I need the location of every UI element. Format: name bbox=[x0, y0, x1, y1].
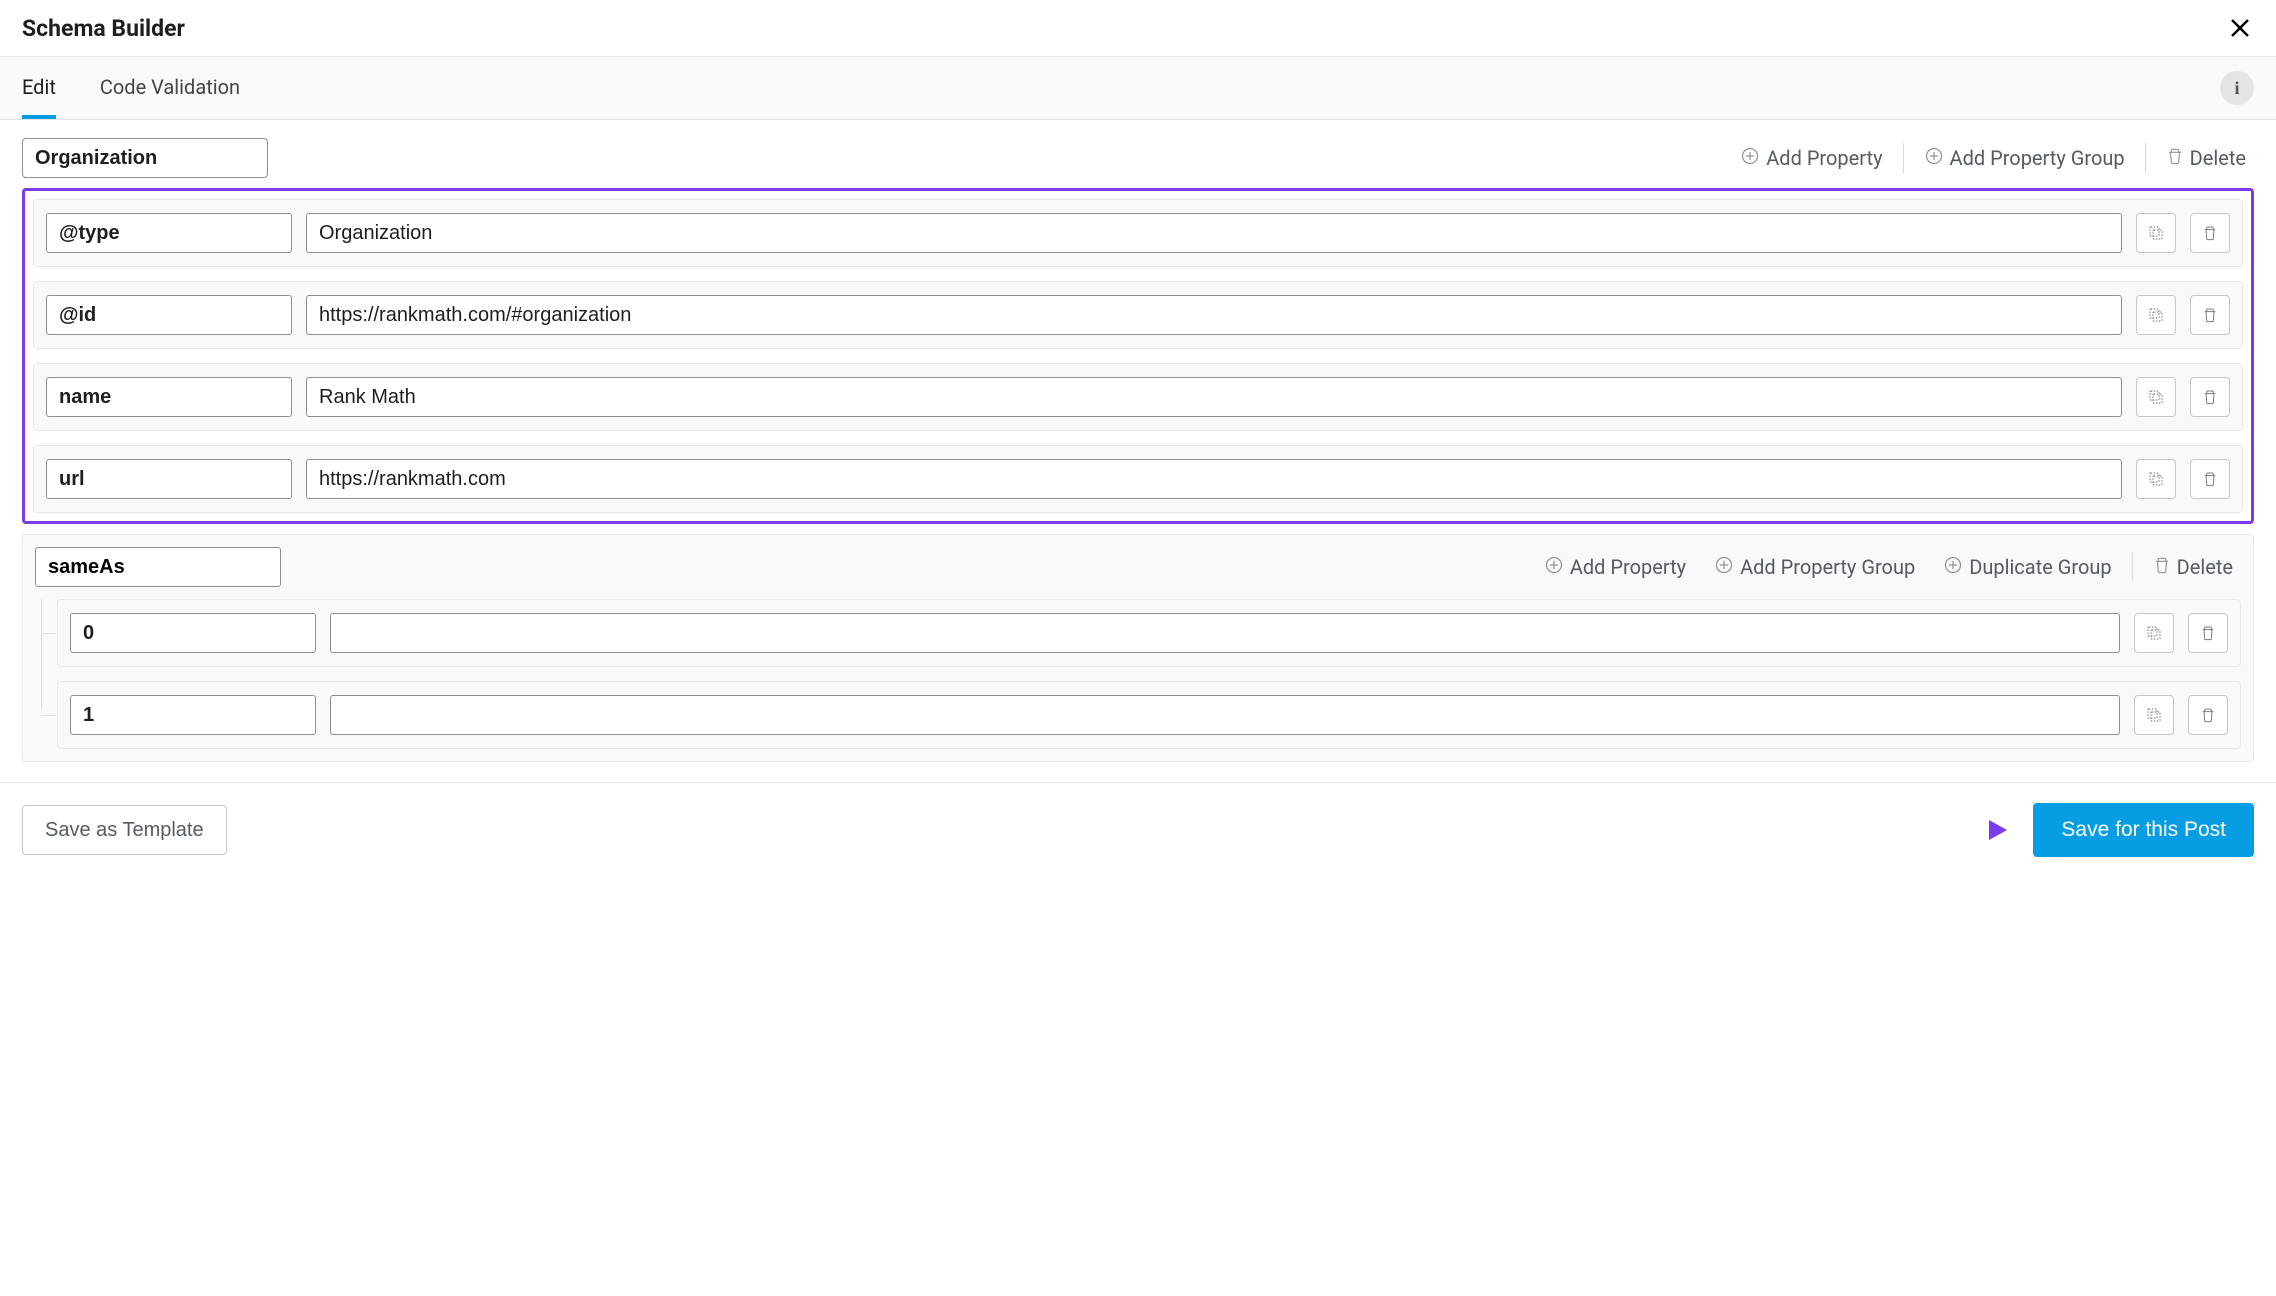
property-value-input[interactable] bbox=[306, 377, 2122, 417]
group-name-input[interactable] bbox=[35, 547, 281, 587]
schema-type-name-input[interactable] bbox=[22, 138, 268, 178]
copy-icon bbox=[2147, 306, 2165, 324]
delete-property-button[interactable] bbox=[2190, 213, 2230, 253]
tab-edit[interactable]: Edit bbox=[22, 57, 56, 119]
duplicate-property-button[interactable] bbox=[2136, 459, 2176, 499]
child-key-input[interactable] bbox=[70, 613, 316, 653]
duplicate-property-button[interactable] bbox=[2134, 695, 2174, 735]
properties-highlight bbox=[22, 188, 2254, 524]
copy-icon bbox=[2147, 388, 2165, 406]
separator bbox=[2132, 552, 2133, 582]
property-value-input[interactable] bbox=[306, 459, 2122, 499]
delete-property-button[interactable] bbox=[2190, 295, 2230, 335]
duplicate-group-label: Duplicate Group bbox=[1969, 555, 2111, 579]
property-key-input[interactable] bbox=[46, 213, 292, 253]
trash-icon bbox=[2202, 389, 2218, 405]
property-key-input[interactable] bbox=[46, 459, 292, 499]
group-delete-button[interactable]: Delete bbox=[2145, 551, 2241, 583]
copy-icon bbox=[2147, 470, 2165, 488]
copy-icon bbox=[2145, 624, 2163, 642]
close-icon bbox=[2228, 16, 2252, 40]
trash-icon bbox=[2202, 307, 2218, 323]
duplicate-property-button[interactable] bbox=[2134, 613, 2174, 653]
modal-title: Schema Builder bbox=[22, 15, 185, 42]
arrow-right-icon bbox=[1933, 812, 2009, 848]
group-add-property-group-button[interactable]: Add Property Group bbox=[1706, 551, 1923, 584]
property-row bbox=[33, 199, 2243, 267]
delete-property-button[interactable] bbox=[2190, 377, 2230, 417]
duplicate-group-button[interactable]: Duplicate Group bbox=[1935, 551, 2119, 584]
add-property-label: Add Property bbox=[1766, 146, 1882, 170]
info-button[interactable]: i bbox=[2220, 71, 2254, 105]
property-row bbox=[33, 281, 2243, 349]
copy-icon bbox=[2145, 706, 2163, 724]
child-value-input[interactable] bbox=[330, 613, 2120, 653]
delete-property-button[interactable] bbox=[2190, 459, 2230, 499]
property-key-input[interactable] bbox=[46, 377, 292, 417]
duplicate-property-button[interactable] bbox=[2136, 377, 2176, 417]
property-row bbox=[33, 445, 2243, 513]
arrow-annotation bbox=[1933, 812, 2009, 848]
separator bbox=[2145, 143, 2146, 173]
save-as-template-button[interactable]: Save as Template bbox=[22, 805, 227, 855]
property-group: Add Property Add Property Group Duplicat… bbox=[22, 534, 2254, 762]
plus-circle-icon bbox=[1544, 555, 1564, 580]
trash-icon bbox=[2202, 225, 2218, 241]
group-child-row bbox=[57, 599, 2241, 667]
group-add-property-button[interactable]: Add Property bbox=[1536, 551, 1694, 584]
trash-icon bbox=[2166, 146, 2184, 170]
add-property-group-label: Add Property Group bbox=[1950, 146, 2125, 170]
duplicate-property-button[interactable] bbox=[2136, 295, 2176, 335]
copy-icon bbox=[2147, 224, 2165, 242]
plus-circle-icon bbox=[1740, 146, 1760, 171]
trash-icon bbox=[2202, 471, 2218, 487]
add-property-group-button[interactable]: Add Property Group bbox=[1916, 142, 2133, 175]
tab-code-validation[interactable]: Code Validation bbox=[100, 57, 240, 119]
group-add-property-group-label: Add Property Group bbox=[1740, 555, 1915, 579]
trash-icon bbox=[2200, 707, 2216, 723]
child-value-input[interactable] bbox=[330, 695, 2120, 735]
separator bbox=[1903, 143, 1904, 173]
plus-circle-icon bbox=[1924, 146, 1944, 171]
group-add-property-label: Add Property bbox=[1570, 555, 1686, 579]
plus-circle-icon bbox=[1943, 555, 1963, 580]
close-button[interactable] bbox=[2226, 14, 2254, 42]
trash-icon bbox=[2153, 555, 2171, 579]
child-key-input[interactable] bbox=[70, 695, 316, 735]
duplicate-property-button[interactable] bbox=[2136, 213, 2176, 253]
property-value-input[interactable] bbox=[306, 295, 2122, 335]
plus-circle-icon bbox=[1714, 555, 1734, 580]
save-for-post-button[interactable]: Save for this Post bbox=[2033, 803, 2254, 857]
property-row bbox=[33, 363, 2243, 431]
delete-property-button[interactable] bbox=[2188, 613, 2228, 653]
delete-property-button[interactable] bbox=[2188, 695, 2228, 735]
add-property-button[interactable]: Add Property bbox=[1732, 142, 1890, 175]
group-child-row bbox=[57, 681, 2241, 749]
group-delete-label: Delete bbox=[2177, 555, 2233, 579]
delete-button[interactable]: Delete bbox=[2158, 142, 2254, 174]
trash-icon bbox=[2200, 625, 2216, 641]
info-icon: i bbox=[2234, 78, 2239, 99]
delete-label: Delete bbox=[2190, 146, 2246, 170]
property-key-input[interactable] bbox=[46, 295, 292, 335]
property-value-input[interactable] bbox=[306, 213, 2122, 253]
